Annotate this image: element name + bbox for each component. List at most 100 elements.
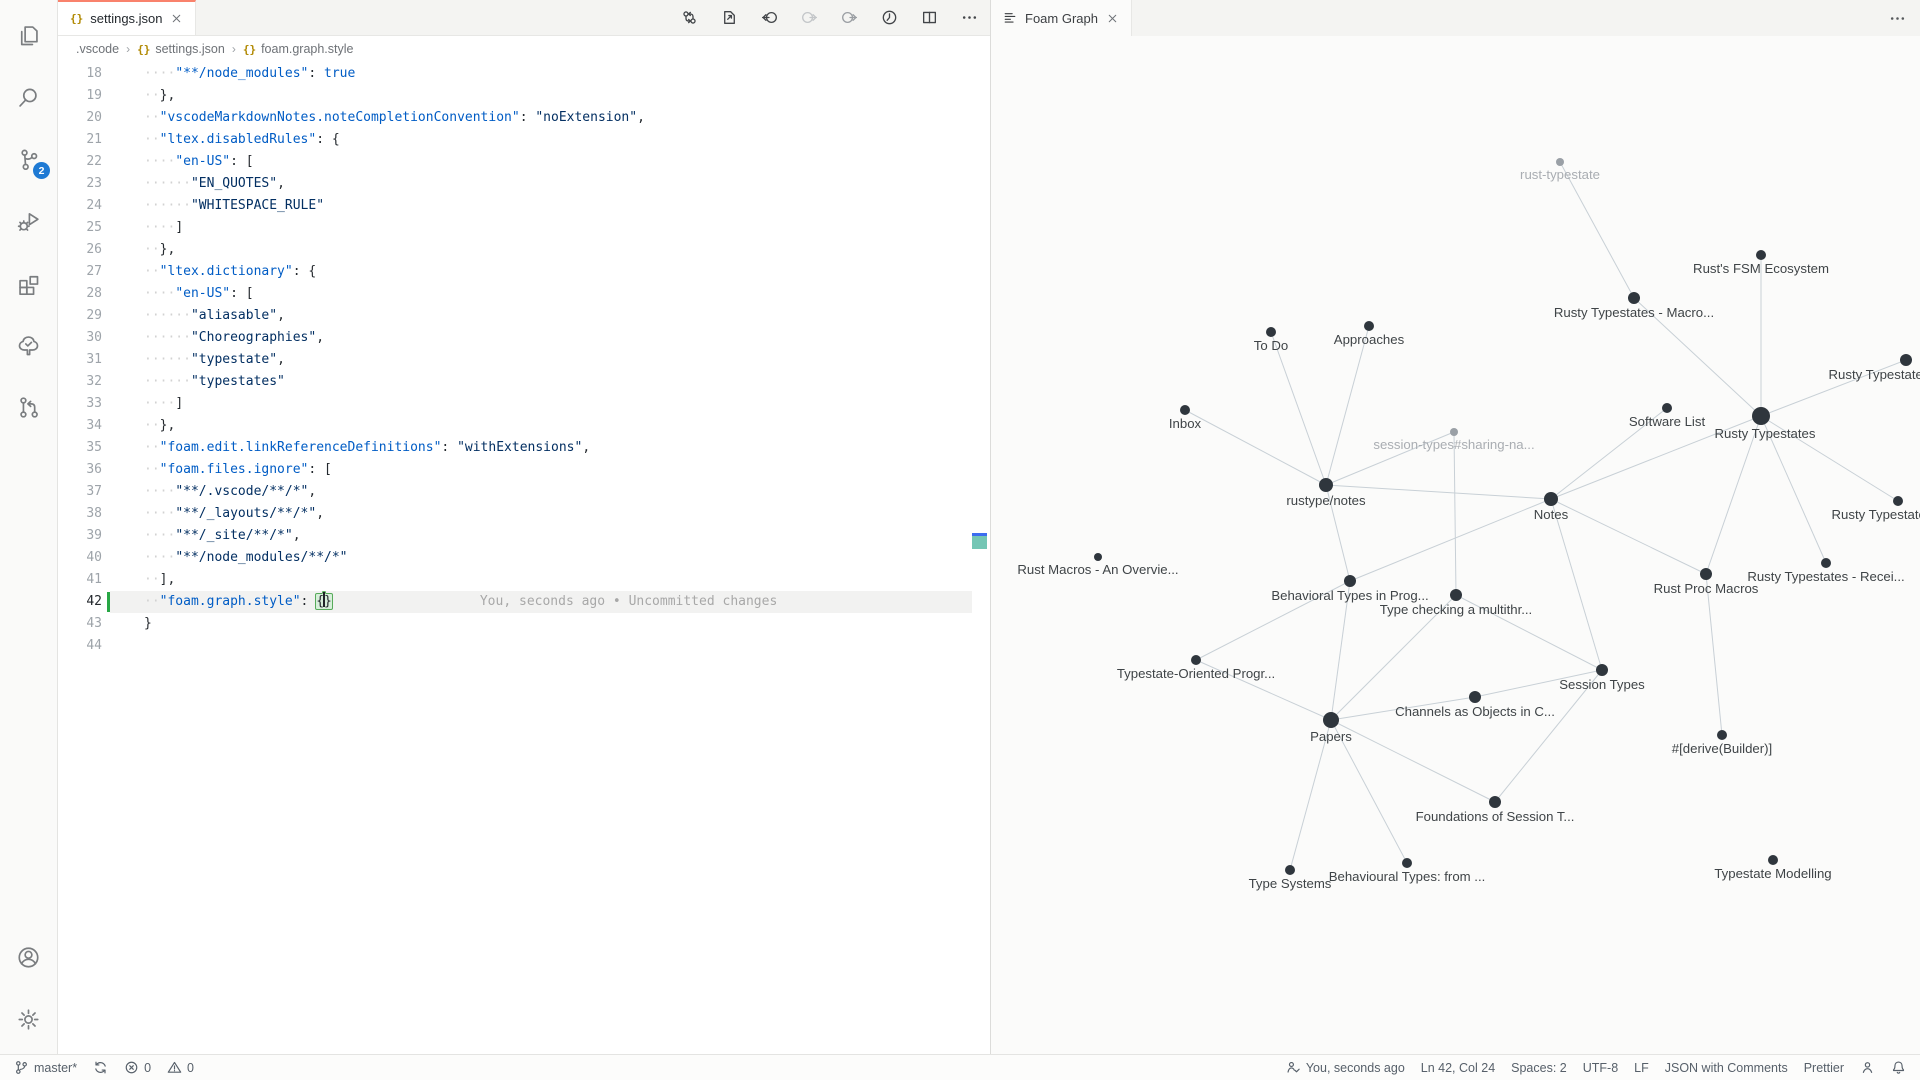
code-line-21[interactable]: 21··"ltex.disabledRules": { <box>58 129 972 151</box>
breadcrumb-item[interactable]: {}foam.graph.style <box>243 42 354 56</box>
graph-node-derive-builder[interactable] <box>1717 730 1727 740</box>
line-content: } <box>144 613 152 635</box>
navigate-back-button[interactable] <box>761 9 778 26</box>
code-line-41[interactable]: 41··], <box>58 569 972 591</box>
code-line-30[interactable]: 30······"Choreographies", <box>58 327 972 349</box>
activity-item-extensions[interactable] <box>0 252 57 314</box>
graph-node-behavioural-from[interactable] <box>1402 858 1412 868</box>
graph-node-rt-topright[interactable] <box>1900 354 1912 366</box>
code-line-33[interactable]: 33····] <box>58 393 972 415</box>
branch-indicator[interactable]: master* <box>14 1055 77 1080</box>
close-panel-icon[interactable] <box>1106 12 1119 25</box>
graph-node-inbox[interactable] <box>1180 405 1190 415</box>
code-line-27[interactable]: 27··"ltex.dictionary": { <box>58 261 972 283</box>
code-line-32[interactable]: 32······"typestates" <box>58 371 972 393</box>
code-editor[interactable]: 18····"**/node_modules": true19··},20··"… <box>58 63 972 1054</box>
graph-node-software-list[interactable] <box>1662 403 1672 413</box>
code-line-26[interactable]: 26··}, <box>58 239 972 261</box>
graph-node-session-types[interactable] <box>1596 664 1608 676</box>
eol-sequence[interactable]: LF <box>1634 1055 1649 1080</box>
graph-node-approaches[interactable] <box>1364 321 1374 331</box>
code-line-40[interactable]: 40····"**/node_modules/**/*" <box>58 547 972 569</box>
code-line-29[interactable]: 29······"aliasable", <box>58 305 972 327</box>
code-line-23[interactable]: 23······"EN_QUOTES", <box>58 173 972 195</box>
open-changes-button[interactable] <box>681 9 698 26</box>
graph-node-channels[interactable] <box>1469 691 1481 703</box>
code-line-44[interactable]: 44 <box>58 635 972 657</box>
panel-more-actions-icon[interactable] <box>1889 0 1906 36</box>
code-line-28[interactable]: 28····"en-US": [ <box>58 283 972 305</box>
timeline-history-button[interactable] <box>881 9 898 26</box>
encoding[interactable]: UTF-8 <box>1583 1055 1618 1080</box>
code-line-19[interactable]: 19··}, <box>58 85 972 107</box>
graph-node-rust-typestate[interactable] <box>1556 158 1564 166</box>
more-actions-button[interactable] <box>961 9 978 26</box>
graph-node-typestate-modelling[interactable] <box>1768 855 1778 865</box>
close-tab-icon[interactable] <box>170 12 183 25</box>
graph-node-behavioral[interactable] <box>1344 575 1356 587</box>
graph-node-papers[interactable] <box>1323 712 1339 728</box>
graph-node-session-sharing[interactable] <box>1450 428 1458 436</box>
graph-node-rt-macro[interactable] <box>1628 292 1640 304</box>
open-file-button[interactable] <box>721 9 738 26</box>
graph-node-rustype-notes[interactable] <box>1319 478 1333 492</box>
sync-changes-button[interactable] <box>93 1055 108 1080</box>
tab-foam-graph[interactable]: Foam Graph <box>991 0 1132 36</box>
code-line-36[interactable]: 36··"foam.files.ignore": [ <box>58 459 972 481</box>
foam-graph-canvas[interactable]: rust-typestateRust's FSM EcosystemRusty … <box>991 36 1920 1054</box>
code-line-24[interactable]: 24······"WHITESPACE_RULE" <box>58 195 972 217</box>
graph-node-rt-hub[interactable] <box>1752 407 1770 425</box>
code-line-35[interactable]: 35··"foam.edit.linkReferenceDefinitions"… <box>58 437 972 459</box>
indentation[interactable]: Spaces: 2 <box>1511 1055 1567 1080</box>
activity-item-todo-tree[interactable] <box>0 314 57 376</box>
graph-node-todo[interactable] <box>1266 327 1276 337</box>
graph-node-foundations[interactable] <box>1489 796 1501 808</box>
line-number: 31 <box>58 349 102 371</box>
activity-item-source-control[interactable]: 2 <box>0 128 57 190</box>
graph-node-rt-recei[interactable] <box>1821 558 1831 568</box>
graph-node-rust-macros-ov[interactable] <box>1094 553 1102 561</box>
graph-node-rt-right[interactable] <box>1893 496 1903 506</box>
activity-item-accounts[interactable] <box>0 926 57 988</box>
problems-warnings[interactable]: 0 <box>167 1055 194 1080</box>
activity-item-search[interactable] <box>0 66 57 128</box>
code-line-25[interactable]: 25····] <box>58 217 972 239</box>
activity-item-gitlens[interactable] <box>0 376 57 438</box>
code-line-22[interactable]: 22····"en-US": [ <box>58 151 972 173</box>
problems-errors[interactable]: 0 <box>124 1055 151 1080</box>
graph-node-type-checking[interactable] <box>1450 589 1462 601</box>
blame-annotation[interactable]: You, seconds ago <box>1286 1055 1405 1080</box>
navigate-forward-button[interactable] <box>801 9 818 26</box>
vscode-window: 2 {} settings.json .vscode›{}settings.js… <box>0 0 1920 1080</box>
breadcrumb-item[interactable]: .vscode <box>76 42 119 56</box>
cursor-position[interactable]: Ln 42, Col 24 <box>1421 1055 1495 1080</box>
language-mode[interactable]: JSON with Comments <box>1665 1055 1788 1080</box>
activity-item-explorer[interactable] <box>0 4 57 66</box>
code-line-18[interactable]: 18····"**/node_modules": true <box>58 63 972 85</box>
code-line-34[interactable]: 34··}, <box>58 415 972 437</box>
code-line-37[interactable]: 37····"**/.vscode/**/*", <box>58 481 972 503</box>
line-content: ····] <box>144 393 183 415</box>
breadcrumb[interactable]: .vscode›{}settings.json›{}foam.graph.sty… <box>58 36 990 62</box>
graph-node-rust-proc[interactable] <box>1700 568 1712 580</box>
code-line-42[interactable]: 42··"foam.graph.style": {}You, seconds a… <box>58 591 972 613</box>
graph-node-type-systems[interactable] <box>1285 865 1295 875</box>
code-line-20[interactable]: 20··"vscodeMarkdownNotes.noteCompletionC… <box>58 107 972 129</box>
activity-item-manage-settings[interactable] <box>0 988 57 1050</box>
breadcrumb-item[interactable]: {}settings.json <box>137 42 225 56</box>
code-line-43[interactable]: 43} <box>58 613 972 635</box>
activity-item-run-and-debug[interactable] <box>0 190 57 252</box>
code-line-38[interactable]: 38····"**/_layouts/**/*", <box>58 503 972 525</box>
notifications-bell[interactable] <box>1891 1055 1906 1080</box>
graph-node-notes[interactable] <box>1544 492 1558 506</box>
formatter-prettier[interactable]: Prettier <box>1804 1055 1844 1080</box>
line-number: 38 <box>58 503 102 525</box>
split-editor-button[interactable] <box>921 9 938 26</box>
graph-node-typestate-oriented[interactable] <box>1191 655 1201 665</box>
code-line-31[interactable]: 31······"typestate", <box>58 349 972 371</box>
tab-settings-json[interactable]: {} settings.json <box>58 0 196 35</box>
navigate-next-change-button[interactable] <box>841 9 858 26</box>
graph-node-fsm[interactable] <box>1756 250 1766 260</box>
feedback[interactable] <box>1860 1055 1875 1080</box>
code-line-39[interactable]: 39····"**/_site/**/*", <box>58 525 972 547</box>
